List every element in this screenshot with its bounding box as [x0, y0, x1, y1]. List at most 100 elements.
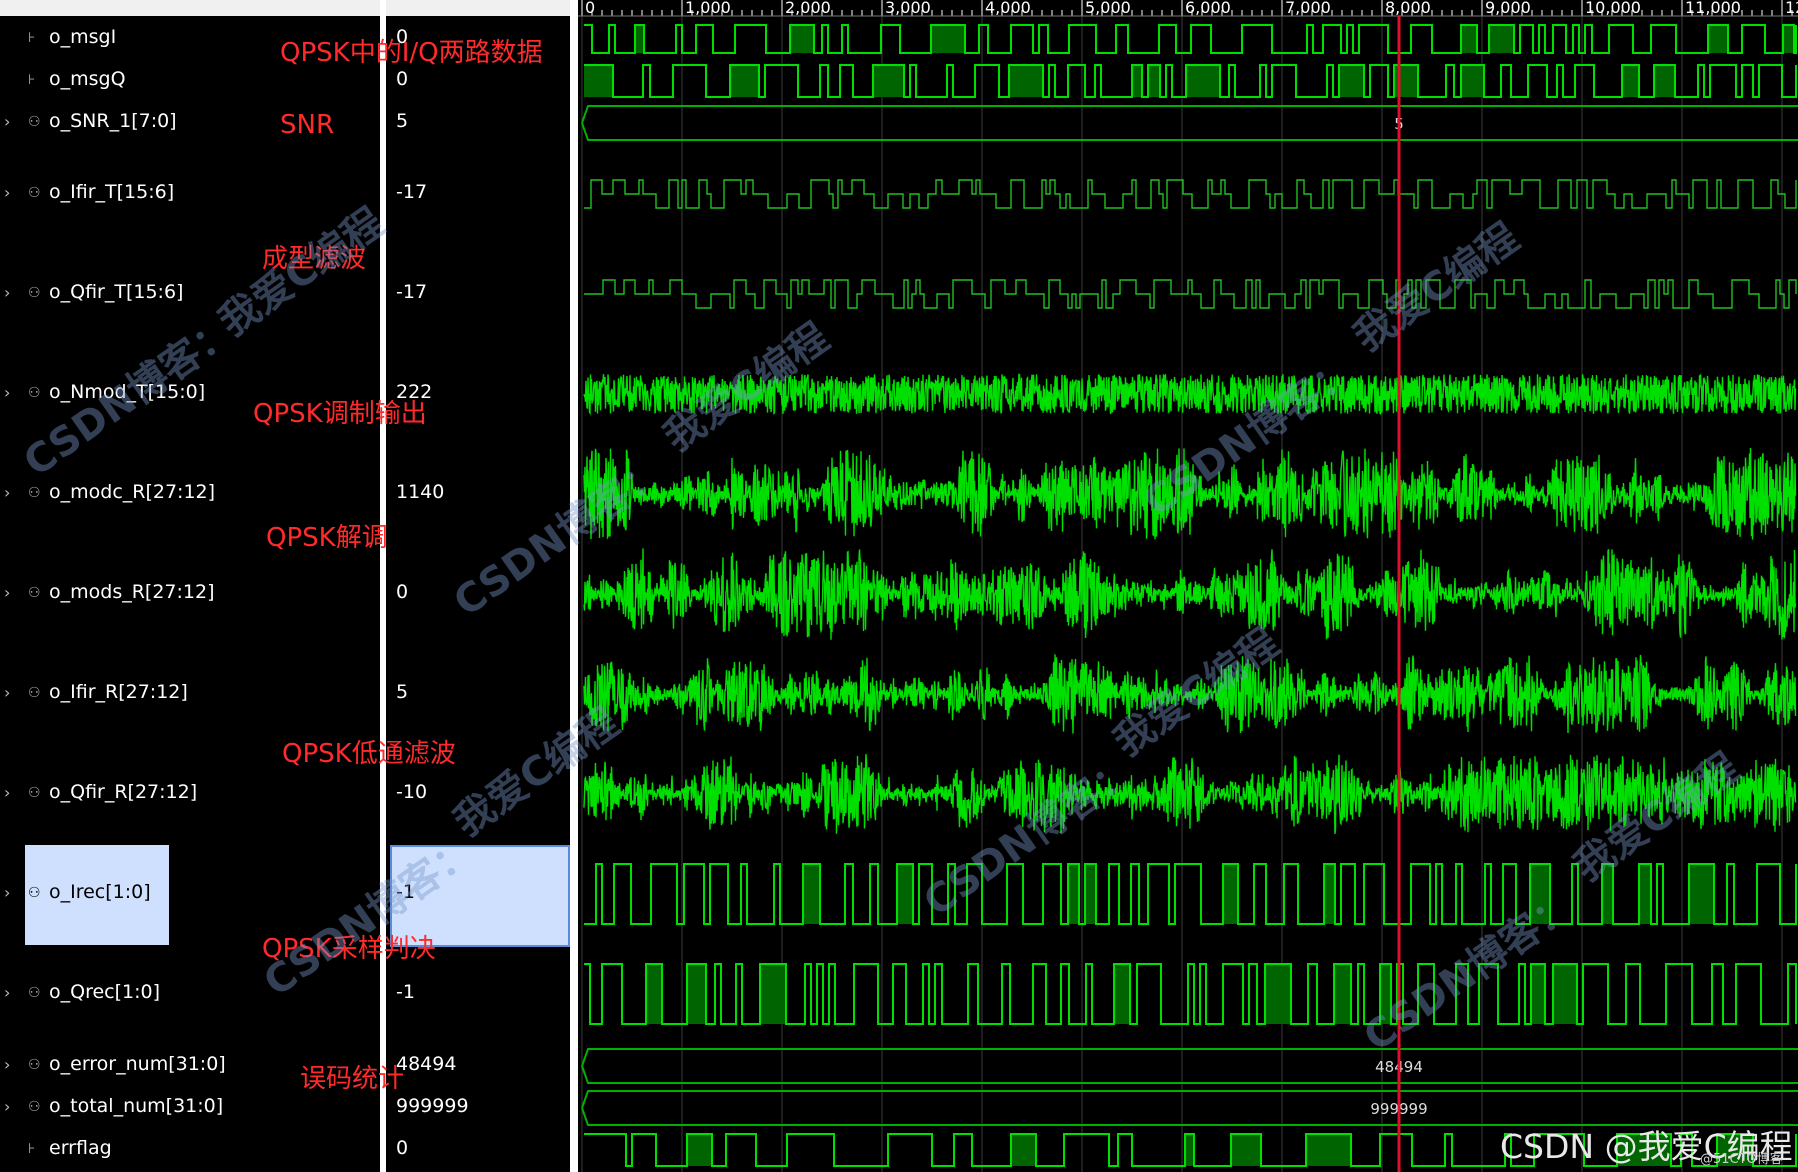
- annotation-label: QPSK低通滤波: [282, 739, 456, 769]
- pane-splitter-right[interactable]: [570, 0, 578, 1172]
- expand-chevron-icon[interactable]: ›: [4, 683, 10, 702]
- annotation-label: QPSK解调: [266, 523, 388, 553]
- signal-value: 5: [396, 110, 409, 132]
- bit-fill: [1639, 864, 1651, 924]
- value-pane-header: [386, 0, 570, 16]
- ruler-tick-label: 2,000: [785, 0, 831, 17]
- signal-value: 0: [396, 1137, 409, 1159]
- name-pane-header: [0, 0, 380, 16]
- bit-fill: [1783, 25, 1794, 53]
- signal-row[interactable]: › ⚇ o_Qfir_R[27:12]: [0, 779, 380, 809]
- bit-fill: [1148, 65, 1160, 97]
- signal-value: 0: [396, 68, 409, 90]
- expand-chevron-icon[interactable]: ›: [4, 283, 10, 302]
- signal-name: o_Ifir_T[15:6]: [49, 181, 175, 203]
- expand-chevron-icon[interactable]: ›: [4, 383, 10, 402]
- site-watermark: @51CTO博客: [1700, 1152, 1783, 1167]
- bit-fill: [1689, 864, 1714, 924]
- bus-signal-icon: ⚇: [28, 385, 41, 401]
- signal-value: 999999: [396, 1095, 469, 1117]
- expand-chevron-icon[interactable]: ›: [4, 583, 10, 602]
- expand-chevron-icon[interactable]: ›: [4, 783, 10, 802]
- waveform-canvas[interactable]: 0 1,000 2,000 3,000 4,000 5,000 6,000 7,000 8,00…: [578, 0, 1798, 1172]
- expand-chevron-icon[interactable]: ›: [4, 1097, 10, 1116]
- bit-fill: [646, 964, 662, 1024]
- bit-fill: [1011, 1134, 1036, 1166]
- expand-chevron-icon[interactable]: ›: [4, 1055, 10, 1074]
- bit-fill: [1009, 65, 1043, 97]
- bit-fill: [873, 65, 904, 97]
- bit-fill: [635, 25, 644, 53]
- signal-value: -17: [396, 181, 428, 203]
- bus-signal-icon: ⚇: [28, 114, 41, 130]
- bit-fill: [1085, 864, 1096, 924]
- expand-chevron-icon[interactable]: ›: [4, 883, 10, 902]
- annotation-label: SNR: [280, 110, 335, 140]
- bus-signal-icon: ⚇: [28, 685, 41, 701]
- bit-fill: [1654, 65, 1675, 97]
- signal-value: -1: [396, 981, 415, 1003]
- ruler-tick-label: 5,000: [1085, 0, 1131, 17]
- bus-signal-icon: ⚇: [28, 285, 41, 301]
- ruler-tick-label: 9,000: [1485, 0, 1531, 17]
- signal-row[interactable]: › ⚇ o_modc_R[27:12]: [0, 479, 380, 509]
- bit-fill: [1531, 964, 1545, 1024]
- signal-row[interactable]: › ⚇ o_Ifir_T[15:6]: [0, 179, 380, 209]
- bit-fill: [1132, 65, 1142, 97]
- bit-fill: [931, 25, 965, 53]
- bit-fill: [1461, 25, 1477, 53]
- signal-value: 5: [396, 681, 409, 703]
- bit-fill: [1231, 1134, 1261, 1166]
- bit-fill: [1265, 964, 1291, 1024]
- bit-fill: [1708, 25, 1728, 53]
- expand-chevron-icon[interactable]: ›: [4, 983, 10, 1002]
- signal-row[interactable]: ⊦ errflag: [0, 1135, 380, 1165]
- expand-chevron-icon[interactable]: ›: [4, 483, 10, 502]
- ruler-tick-label: 4,000: [985, 0, 1031, 17]
- ruler-tick-label: 8,000: [1385, 0, 1431, 17]
- bit-signal-icon: ⊦: [28, 1141, 36, 1157]
- bit-fill: [1185, 1134, 1194, 1166]
- signal-value: -17: [396, 281, 428, 303]
- bit-fill: [1306, 1134, 1351, 1166]
- signal-row[interactable]: › ⚇ o_Qrec[1:0]: [0, 979, 380, 1009]
- bit-fill: [584, 65, 613, 97]
- signal-name: o_SNR_1[7:0]: [49, 110, 177, 132]
- bit-fill: [1068, 864, 1079, 924]
- signal-row[interactable]: › ⚇ o_Irec[1:0]: [0, 879, 380, 909]
- bus-signal-icon: ⚇: [28, 485, 41, 501]
- signal-name: o_Qfir_T[15:6]: [49, 281, 184, 303]
- bit-fill: [1186, 65, 1220, 97]
- signal-row[interactable]: › ⚇ o_total_num[31:0]: [0, 1093, 380, 1123]
- time-ruler: 0 1,000 2,000 3,000 4,000 5,000 6,000 7,000 8,00…: [578, 0, 1798, 17]
- signal-row[interactable]: › ⚇ o_mods_R[27:12]: [0, 579, 380, 609]
- bit-signal-icon: ⊦: [28, 30, 36, 46]
- ruler-tick-label: 11,000: [1685, 0, 1741, 17]
- expand-chevron-icon[interactable]: ›: [4, 112, 10, 131]
- signal-name: o_error_num[31:0]: [49, 1053, 226, 1075]
- bit-fill: [1553, 964, 1577, 1024]
- expand-chevron-icon[interactable]: ›: [4, 183, 10, 202]
- ruler-tick-label: 1,000: [685, 0, 731, 17]
- ruler-tick-label: 10,000: [1585, 0, 1641, 17]
- bus-signal-icon: ⚇: [28, 885, 41, 901]
- bit-fill: [730, 65, 759, 97]
- bus-signal-icon: ⚇: [28, 1099, 41, 1115]
- signal-value: 48494: [396, 1053, 457, 1075]
- bit-fill: [1114, 964, 1130, 1024]
- bit-fill: [1324, 864, 1335, 924]
- signal-name: o_Qrec[1:0]: [49, 981, 161, 1003]
- bit-fill: [1461, 65, 1484, 97]
- signal-name: o_Irec[1:0]: [49, 881, 151, 903]
- signal-name: o_total_num[31:0]: [49, 1095, 224, 1117]
- signal-row[interactable]: ⊦ o_msgQ: [0, 66, 380, 96]
- bit-fill: [760, 964, 786, 1024]
- signal-name: o_mods_R[27:12]: [49, 581, 215, 603]
- bus-signal-icon: ⚇: [28, 585, 41, 601]
- bus-signal-icon: ⚇: [28, 785, 41, 801]
- bus-signal-icon: ⚇: [28, 1057, 41, 1073]
- signal-name: errflag: [49, 1137, 112, 1159]
- signal-row[interactable]: › ⚇ o_Ifir_R[27:12]: [0, 679, 380, 709]
- ruler-tick-label: 6,000: [1185, 0, 1231, 17]
- bit-fill: [1223, 864, 1238, 924]
